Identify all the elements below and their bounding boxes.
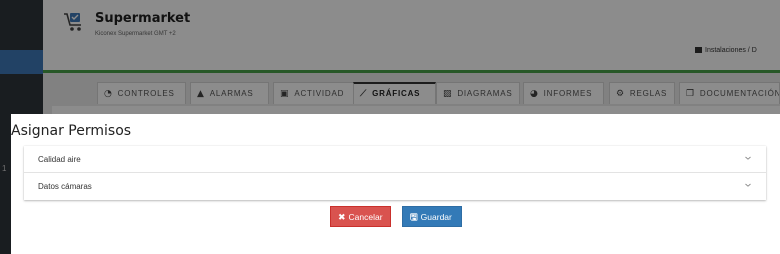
modal-title: Asignar Permisos <box>11 123 132 139</box>
cancel-button-label: Cancelar <box>348 212 383 222</box>
accordion-item-datos-camaras[interactable]: Datos cámaras <box>24 173 766 200</box>
close-icon: ✖ <box>338 213 346 223</box>
accordion-item-label: Datos cámaras <box>38 182 92 191</box>
chevron-down-icon <box>745 156 751 160</box>
save-button[interactable]: 🖫 Guardar <box>402 206 462 227</box>
cancel-button[interactable]: ✖ Cancelar <box>330 206 391 227</box>
accordion-item-label: Calidad aire <box>38 155 81 164</box>
chevron-down-icon <box>745 183 751 187</box>
accordion-item-calidad-aire[interactable]: Calidad aire <box>24 146 766 173</box>
save-button-label: Guardar <box>420 212 452 222</box>
floppy-disk-icon: 🖫 <box>410 213 418 223</box>
permissions-accordion: Calidad aire Datos cámaras <box>24 146 766 200</box>
permissions-modal: Asignar Permisos Calidad aire Datos cáma… <box>11 114 780 254</box>
